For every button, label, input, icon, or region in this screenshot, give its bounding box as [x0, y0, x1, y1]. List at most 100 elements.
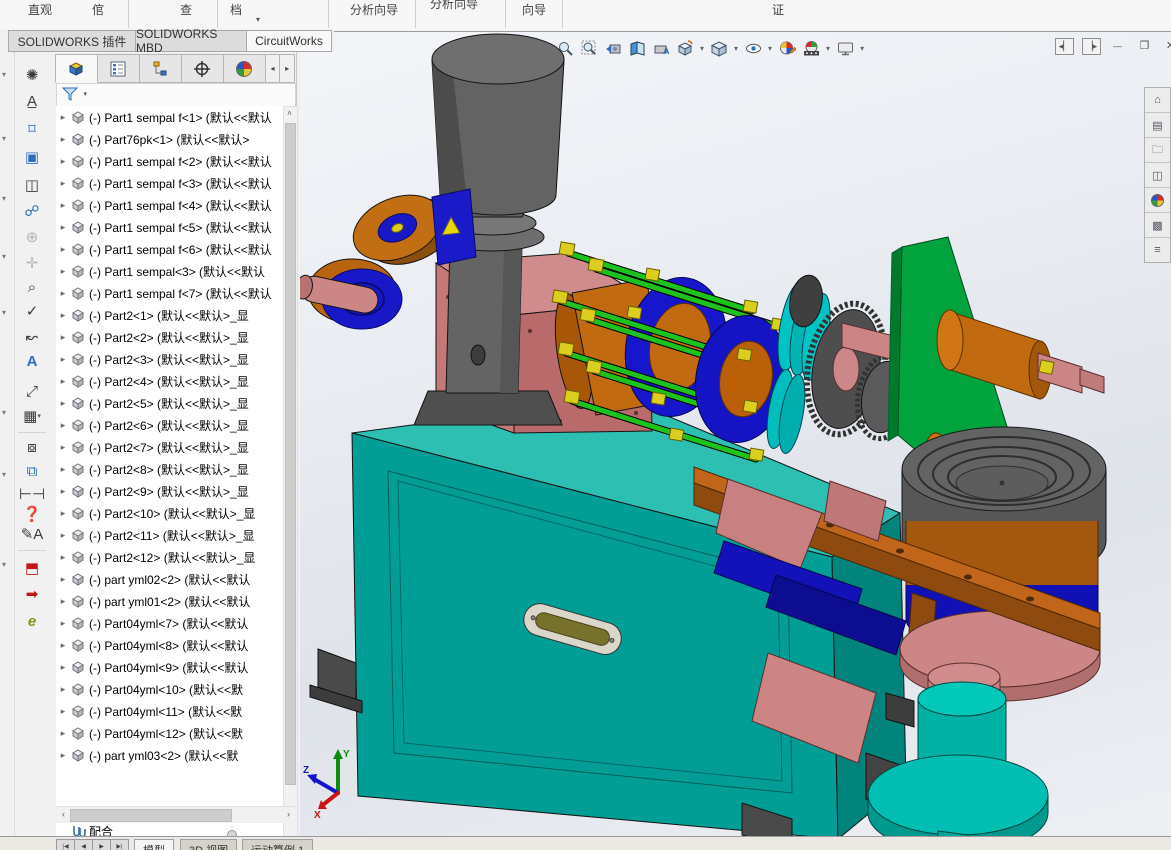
flyout-caret-icon[interactable]: ▾ [2, 308, 6, 317]
design-library-icon[interactable]: ▤ [1145, 113, 1170, 138]
flyout-caret-icon[interactable]: ▾ [2, 252, 6, 261]
tree-item[interactable]: ▸ (-) Part2<7> (默认<<默认>_显 [56, 436, 283, 458]
view-annotations-icon[interactable]: A [651, 38, 671, 58]
collapse-pane-right-button[interactable]: ▕▸ [1082, 38, 1101, 55]
command-label[interactable]: 直观 [28, 1, 52, 18]
hide-show-items-icon[interactable] [743, 38, 763, 58]
display-style-icon[interactable] [709, 38, 729, 58]
custom-properties-icon[interactable]: ≡ [1145, 238, 1170, 262]
tree-item[interactable]: ▸ (-) part yml02<2> (默认<<默认 [56, 568, 283, 590]
display-style-caret[interactable]: ▾ [734, 44, 738, 53]
edit-appearance-icon[interactable] [777, 38, 797, 58]
motion-study-tab[interactable]: 运动算例 1 [242, 839, 314, 850]
displaymanager-tab[interactable] [223, 54, 266, 83]
tree-item[interactable]: ▸ (-) Part1 sempal f<1> (默认<<默认 [56, 106, 283, 128]
table-grid-icon[interactable]: ▦ ▾ [19, 405, 45, 427]
tab-circuitworks[interactable]: CircuitWorks [246, 30, 332, 52]
tree-item[interactable]: ▸ (-) Part1 sempal f<3> (默认<<默认 [56, 172, 283, 194]
expand-arrow-icon[interactable]: ▸ [56, 530, 70, 541]
expand-arrow-icon[interactable]: ▸ [56, 684, 70, 695]
last-tab-button[interactable]: ▶| [110, 839, 129, 850]
part-question-icon[interactable]: ❓ [19, 503, 45, 525]
card-compare-icon[interactable]: ◫ [19, 174, 45, 196]
funnel-caret-icon[interactable]: ▾ [83, 91, 87, 98]
pdf-export-icon[interactable]: ➡ [19, 583, 45, 605]
view-settings-caret[interactable]: ▾ [860, 44, 864, 53]
expand-arrow-icon[interactable]: ▸ [56, 376, 70, 387]
tree-item[interactable]: ▸ (-) Part1 sempal<3> (默认<<默认 [56, 260, 283, 282]
expand-arrow-icon[interactable]: ▸ [56, 398, 70, 409]
expand-arrow-icon[interactable]: ▸ [56, 464, 70, 475]
tree-item[interactable]: ▸ (-) Part2<2> (默认<<默认>_显 [56, 326, 283, 348]
appearances-icon[interactable] [1145, 188, 1170, 213]
expand-arrow-icon[interactable]: ▸ [56, 508, 70, 519]
expand-arrow-icon[interactable]: ▸ [56, 266, 70, 277]
expand-arrow-icon[interactable]: ▸ [56, 200, 70, 211]
scroll-thumb[interactable] [70, 809, 232, 822]
expand-arrow-icon[interactable]: ▸ [56, 420, 70, 431]
resources-icon[interactable]: ⌂ [1145, 88, 1170, 113]
tree-item[interactable]: ▸ (-) Part04yml<8> (默认<<默认 [56, 634, 283, 656]
expand-arrow-icon[interactable]: ▸ [56, 134, 70, 145]
command-label[interactable]: 分析向导 [350, 1, 398, 18]
tree-item[interactable]: ▸ (-) Part2<9> (默认<<默认>_显 [56, 480, 283, 502]
magnifier-a-icon[interactable]: ⌕ [19, 276, 45, 298]
expand-arrow-icon[interactable]: ▸ [56, 442, 70, 453]
scenes-icon[interactable]: ▩ [1145, 213, 1170, 238]
file-explorer-icon[interactable]: 🗀 [1145, 138, 1170, 163]
tree-item[interactable]: ▸ (-) Part1 sempal f<5> (默认<<默认 [56, 216, 283, 238]
3d-views-tab[interactable]: 3D 视图 [180, 839, 238, 850]
diagonal-arrow-icon[interactable]: ⤢ [19, 380, 45, 402]
expand-arrow-icon[interactable]: ▸ [56, 662, 70, 673]
target-crosshair-icon[interactable]: ⊕ [19, 226, 45, 248]
edrawings-icon[interactable]: e [19, 610, 45, 632]
tab-solidworks-addins[interactable]: SOLIDWORKS 插件 [8, 30, 136, 52]
zoom-to-area-icon[interactable] [579, 38, 599, 58]
tree-item[interactable]: ▸ (-) Part04yml<11> (默认<<默 [56, 700, 283, 722]
previous-tab-button[interactable]: ◀ [74, 839, 93, 850]
tree-item[interactable]: ▸ (-) part yml01<2> (默认<<默认 [56, 590, 283, 612]
command-label[interactable]: 查 [180, 1, 192, 18]
apply-scene-icon[interactable] [801, 38, 821, 58]
expand-arrow-icon[interactable]: ▸ [56, 574, 70, 585]
check-mark-icon[interactable]: ✓ [19, 300, 45, 322]
flyout-caret-icon[interactable]: ▾ [2, 408, 6, 417]
flyout-caret-icon[interactable]: ▾ [2, 134, 6, 143]
minimize-button[interactable]: — [1109, 38, 1126, 53]
tab-solidworks-mbd[interactable]: SOLIDWORKS MBD [135, 27, 247, 55]
tree-item[interactable]: ▸ (-) part yml03<2> (默认<<默 [56, 744, 283, 766]
expand-arrow-icon[interactable]: ▸ [56, 222, 70, 233]
tree-item[interactable]: ▸ (-) Part1 sempal f<2> (默认<<默认 [56, 150, 283, 172]
tree-item[interactable]: ▸ (-) Part1 sempal f<4> (默认<<默认 [56, 194, 283, 216]
scroll-up-icon[interactable]: ˄ [284, 107, 295, 120]
next-tab-button[interactable]: ▶ [92, 839, 111, 850]
tree-item[interactable]: ▸ (-) Part2<8> (默认<<默认>_显 [56, 458, 283, 480]
graphics-viewport[interactable]: Y Z X A ▾ ▾ ▾ ▾ ▾ ◂▏ ▕▸ — ❐ ✕ ⌂ ▤ 🗀 ◫ ▩ … [295, 31, 1171, 850]
command-label[interactable]: 倌 [92, 1, 104, 18]
add-eye-icon[interactable]: ✛ [19, 252, 45, 274]
collapse-pane-left-button[interactable]: ◂▏ [1055, 38, 1074, 55]
bracket-h-icon[interactable]: ⊢⊣ [19, 483, 45, 505]
camera-3d-icon[interactable]: ⧇ [19, 436, 45, 458]
tree-item[interactable]: ▸ (-) Part2<3> (默认<<默认>_显 [56, 348, 283, 370]
expand-arrow-icon[interactable]: ▸ [56, 178, 70, 189]
expand-arrow-icon[interactable]: ▸ [56, 310, 70, 321]
panel-tab-scroll-left[interactable]: ◂ [265, 54, 281, 83]
expand-arrow-icon[interactable]: ▸ [56, 552, 70, 563]
scroll-left-icon[interactable]: ‹ [57, 808, 70, 821]
expand-arrow-icon[interactable]: ▸ [56, 486, 70, 497]
expand-arrow-icon[interactable]: ▸ [56, 332, 70, 343]
command-caret-icon[interactable]: ▾ [256, 15, 260, 24]
scroll-right-icon[interactable]: › [282, 808, 295, 821]
measure-camera-icon[interactable]: ⌑ [19, 118, 45, 140]
letter-a-icon[interactable]: A [19, 350, 45, 372]
view-orientation-caret[interactable]: ▾ [700, 44, 704, 53]
command-label[interactable]: 向导 [522, 1, 546, 18]
dimension-box-icon[interactable]: ▣ [19, 146, 45, 168]
tree-item[interactable]: ▸ (-) Part04yml<7> (默认<<默认 [56, 612, 283, 634]
expand-arrow-icon[interactable]: ▸ [56, 354, 70, 365]
propertymanager-tab[interactable] [97, 54, 140, 83]
funnel-icon[interactable] [61, 86, 79, 102]
tree-item[interactable]: ▸ (-) Part76pk<1> (默认<<默认> [56, 128, 283, 150]
configurationmanager-tab[interactable] [139, 54, 182, 83]
